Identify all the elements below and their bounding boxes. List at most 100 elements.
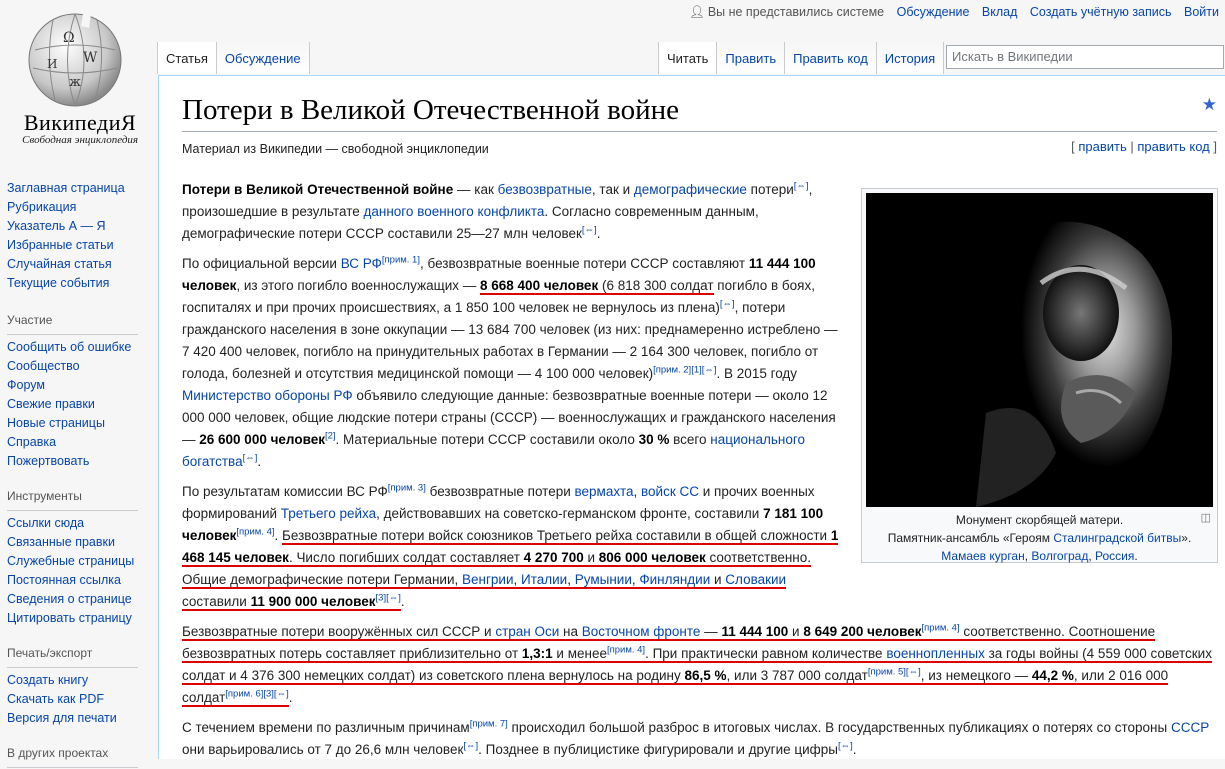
ref-link[interactable]: [2] — [325, 431, 336, 442]
bold-text: 8 668 400 человек — [480, 278, 599, 293]
tab-edit-source[interactable]: Править код — [785, 42, 877, 74]
sidebar-item-page-info[interactable]: Сведения о странице — [7, 590, 158, 609]
edit-source-link[interactable]: править код — [1137, 139, 1209, 154]
wikipedia-logo[interactable]: Ω W И ж ВикипедиЯ Свободная энциклопедия — [0, 0, 160, 160]
anon-contributions-link[interactable]: Вклад — [982, 5, 1018, 19]
sidebar-item-categories[interactable]: Рубрикация — [7, 198, 158, 217]
note-link[interactable]: [прим. 7] — [470, 719, 508, 730]
personal-tools: 👤︎ Вы не представились системе Обсуждение… — [680, 5, 1219, 20]
tab-read[interactable]: Читать — [658, 42, 718, 74]
ref-link[interactable]: [⇔] — [463, 741, 478, 752]
bold-text: 30 % — [638, 432, 670, 447]
paragraph-ratio: Безвозвратные потери вооружённых сил ССС… — [182, 622, 1212, 707]
svg-text:ж: ж — [69, 75, 81, 90]
sidebar-item-featured[interactable]: Избранные статьи — [7, 236, 158, 255]
link-ss[interactable]: войск СС — [641, 484, 699, 499]
article-body: Потери в Великой Отечественной войне — к… — [182, 179, 1222, 769]
anon-talk-link[interactable]: Обсуждение — [897, 5, 970, 19]
paragraph-variance: С течением времени по различным причинам… — [182, 718, 1210, 757]
sidebar-item-donate[interactable]: Пожертвовать — [7, 452, 158, 471]
svg-text:И: И — [47, 57, 57, 71]
search-input[interactable]: Искать в Википедии — [946, 45, 1224, 69]
tab-discussion[interactable]: Обсуждение — [216, 42, 310, 74]
link-pows[interactable]: военнопленных — [886, 646, 985, 661]
link-ministry-defence[interactable]: Министерство обороны РФ — [182, 388, 353, 403]
sidebar-item-community[interactable]: Сообщество — [7, 357, 158, 376]
link-armed-forces[interactable]: ВС РФ — [341, 256, 382, 271]
ref-link[interactable]: [⇔] — [838, 741, 853, 752]
link-italy[interactable]: Италии — [521, 572, 567, 587]
link-slovakia[interactable]: Словакии — [725, 572, 786, 587]
link-eastern-front[interactable]: Восточном фронте — [582, 624, 701, 639]
sidebar-item-index[interactable]: Указатель А — Я — [7, 217, 158, 236]
link-finland[interactable]: Финляндии — [639, 572, 710, 587]
link-demographic[interactable]: демографические — [634, 182, 747, 197]
link-irrecoverable[interactable]: безвозвратные — [498, 182, 592, 197]
login-link[interactable]: Войти — [1184, 5, 1219, 19]
content-area: Потери в Великой Отечественной войне ★ М… — [158, 75, 1225, 759]
separator: | — [1130, 139, 1134, 154]
wikipedia-globe-icon: Ω W И ж — [28, 13, 122, 107]
svg-text:W: W — [83, 50, 98, 66]
edit-links: [ править | править код ] — [1071, 139, 1217, 154]
ref-link[interactable]: [⇔] — [582, 225, 597, 236]
not-logged-in-text: Вы не представились системе — [707, 5, 885, 19]
ref-link[interactable]: [прим. 2][1][⇔] — [653, 365, 716, 376]
sidebar-item-special-pages[interactable]: Служебные страницы — [7, 552, 158, 571]
create-account-link[interactable]: Создать учётную запись — [1030, 5, 1172, 19]
ref-link[interactable]: [⇔] — [794, 181, 809, 192]
ref-link[interactable]: [⇔] — [243, 453, 258, 464]
sidebar-item-permanent-link[interactable]: Постоянная ссылка — [7, 571, 158, 590]
note-link[interactable]: [прим. 4] — [922, 623, 960, 634]
sidebar: Заглавная страница Рубрикация Указатель … — [0, 170, 158, 768]
note-link[interactable]: [прим. 4] — [607, 645, 645, 656]
sidebar-divider — [7, 767, 138, 768]
link-conflict[interactable]: данного военного конфликта — [364, 204, 545, 219]
note-link[interactable]: [прим. 6][3][⇔] — [225, 689, 288, 700]
bold-text: 26 600 000 человек — [199, 432, 325, 447]
note-link[interactable]: [прим. 5][⇔] — [868, 667, 921, 678]
sidebar-item-forum[interactable]: Форум — [7, 376, 158, 395]
ref-link[interactable]: [⇔] — [720, 299, 735, 310]
link-romania[interactable]: Румынии — [575, 572, 632, 587]
tab-edit[interactable]: Править — [717, 42, 786, 74]
sidebar-item-cite[interactable]: Цитировать страницу — [7, 609, 158, 628]
site-subtitle: Материал из Википедии — свободной энцикл… — [182, 142, 489, 156]
sidebar-item-help[interactable]: Справка — [7, 433, 158, 452]
tab-history[interactable]: История — [876, 42, 945, 74]
link-axis[interactable]: стран Оси — [495, 624, 559, 639]
link-wehrmacht[interactable]: вермахта — [575, 484, 634, 499]
link-hungary[interactable]: Венгрии — [462, 572, 513, 587]
sidebar-item-new-pages[interactable]: Новые страницы — [7, 414, 158, 433]
note-link[interactable]: [прим. 4] — [236, 527, 274, 538]
sidebar-heading-tools: Инструменты — [7, 489, 82, 503]
note-link[interactable]: [прим. 1] — [382, 255, 420, 266]
sidebar-item-create-book[interactable]: Создать книгу — [7, 671, 158, 690]
ref-link[interactable]: [3][⇔] — [376, 593, 401, 604]
sidebar-item-related-changes[interactable]: Связанные правки — [7, 533, 158, 552]
sidebar-heading-print: Печать/экспорт — [7, 646, 93, 660]
sidebar-item-report-error[interactable]: Сообщить об ошибке — [7, 338, 158, 357]
sidebar-item-recent-changes[interactable]: Свежие правки — [7, 395, 158, 414]
sidebar-print: Печать/экспорт Создать книгу Скачать как… — [0, 646, 158, 728]
sidebar-item-main-page[interactable]: Заглавная страница — [7, 179, 158, 198]
wikipedia-tagline: Свободная энциклопедия — [22, 134, 138, 146]
sidebar-divider — [7, 510, 138, 511]
sidebar-other-projects: В других проектах — [0, 746, 158, 768]
bracket: [ — [1071, 139, 1075, 154]
tab-article[interactable]: Статья — [157, 42, 217, 74]
sidebar-item-download-pdf[interactable]: Скачать как PDF — [7, 690, 158, 709]
sidebar-item-what-links-here[interactable]: Ссылки сюда — [7, 514, 158, 533]
edit-link[interactable]: править — [1078, 139, 1126, 154]
svg-text:Ω: Ω — [63, 30, 75, 46]
note-link[interactable]: [прим. 3] — [388, 483, 426, 494]
sidebar-participation: Участие Сообщить об ошибке Сообщество Фо… — [0, 313, 158, 471]
link-ussr[interactable]: СССР — [1171, 720, 1209, 735]
paragraph-official: По официальной версии ВС РФ[прим. 1], бе… — [182, 254, 838, 469]
sidebar-divider — [7, 667, 138, 668]
sidebar-item-random[interactable]: Случайная статья — [7, 255, 158, 274]
link-third-reich[interactable]: Третьего рейха — [281, 506, 376, 521]
sidebar-item-current-events[interactable]: Текущие события — [7, 274, 158, 293]
sidebar-item-printable[interactable]: Версия для печати — [7, 709, 158, 728]
paragraph-intro: Потери в Великой Отечественной войне — к… — [182, 180, 813, 241]
